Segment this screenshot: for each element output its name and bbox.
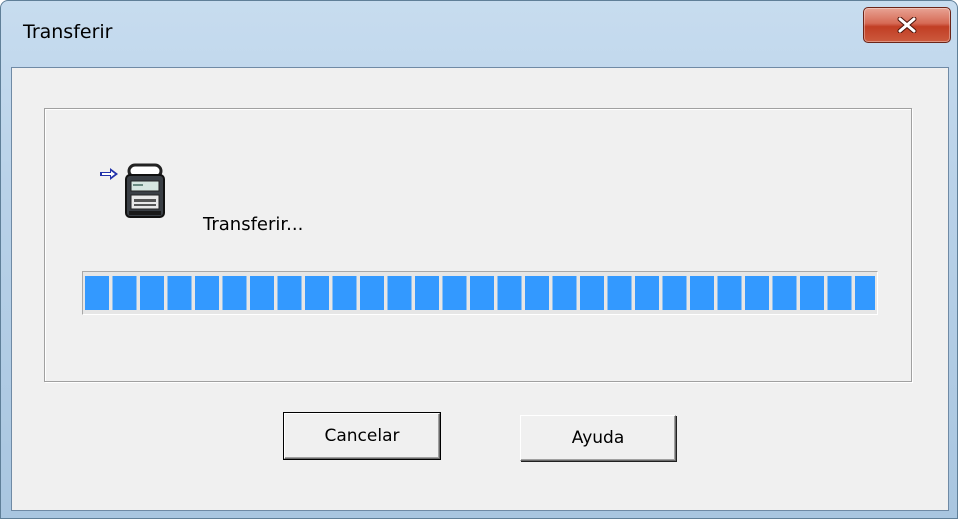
transfer-group-box: Transferir... <box>44 108 912 382</box>
progress-track <box>85 276 875 310</box>
close-x-icon <box>897 17 917 33</box>
status-text: Transferir... <box>203 214 304 235</box>
right-arrow-icon <box>100 168 118 180</box>
dialog-body: Transferir... Cancelar Ayuda <box>11 67 949 511</box>
progress-fill <box>85 276 875 310</box>
label-printer-icon <box>125 163 165 218</box>
title-bar[interactable]: Transferir <box>1 1 957 67</box>
cancel-button[interactable]: Cancelar <box>283 412 441 460</box>
transfer-dialog: Transferir Transferir... Cancelar Ayuda <box>0 0 958 519</box>
window-title: Transferir <box>23 21 113 43</box>
transfer-progress-bar <box>82 271 878 315</box>
help-button[interactable]: Ayuda <box>520 415 676 461</box>
close-button[interactable] <box>863 7 951 43</box>
